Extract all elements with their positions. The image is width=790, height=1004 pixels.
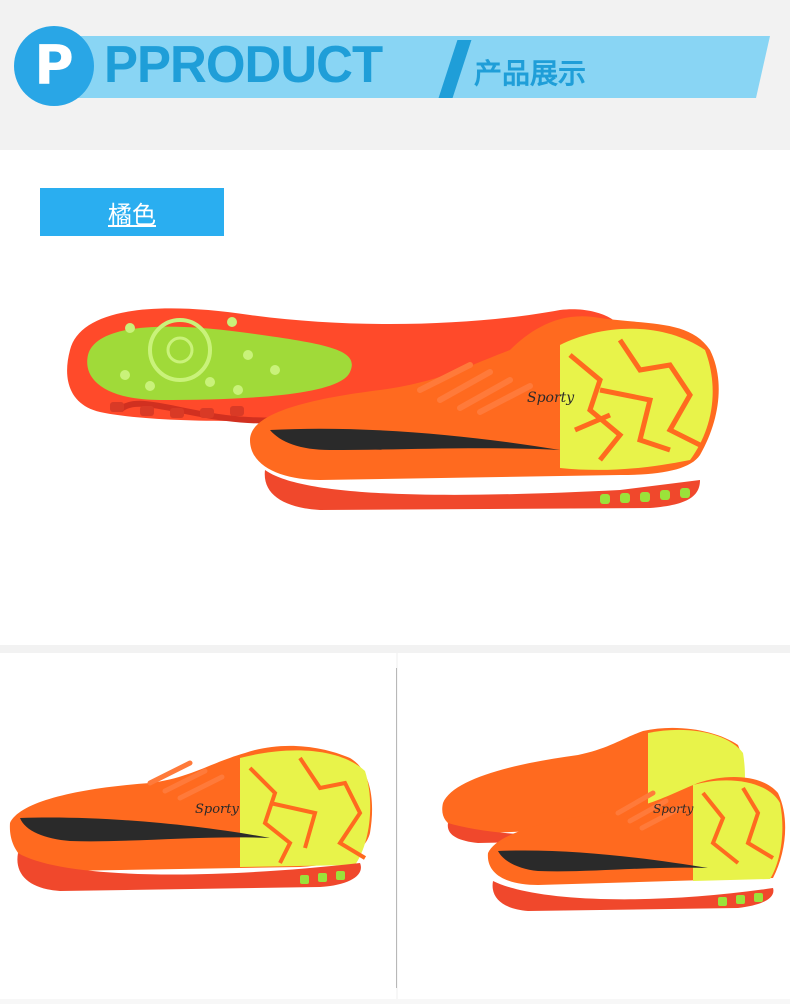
section-divider <box>0 645 790 653</box>
brand-logo-text: Sporty <box>527 390 575 406</box>
main-product-photo: 橘色 Sporty <box>0 150 790 645</box>
p-badge-icon: P <box>14 26 94 106</box>
header-title: PPRODUCT <box>104 36 383 94</box>
header-subtitle: 产品展示 <box>474 57 587 90</box>
left-brand-text: Sporty <box>195 802 239 817</box>
pair-shoe-thumbnail: Sporty <box>442 727 786 911</box>
thumbnail-side-view[interactable]: Sporty <box>0 653 396 999</box>
shoe-pair-illustration: Sporty <box>67 308 719 510</box>
header: P PPRODUCT 产品展示 <box>0 0 790 150</box>
right-brand-text: Sporty <box>653 802 694 816</box>
vertical-divider <box>396 668 397 988</box>
side-shoe-thumbnail: Sporty <box>9 745 373 891</box>
p-badge-letter: P <box>34 34 74 97</box>
thumbnail-pair-view[interactable]: Sporty <box>398 653 790 999</box>
